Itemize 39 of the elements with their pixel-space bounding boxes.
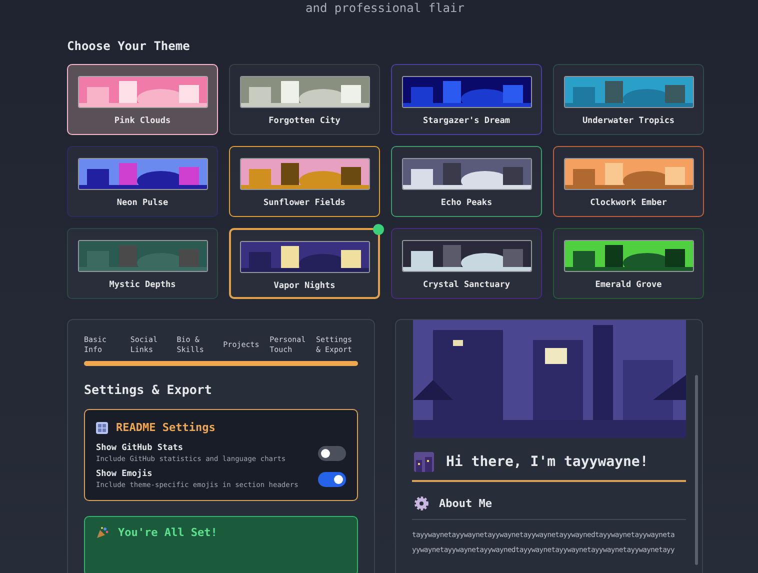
section-title: Choose Your Theme bbox=[67, 39, 191, 53]
theme-name: Vapor Nights bbox=[274, 281, 336, 291]
toggle-switch[interactable] bbox=[318, 446, 346, 460]
theme-name: Forgotten City bbox=[268, 116, 340, 126]
settings-title: README Settings bbox=[116, 421, 216, 434]
theme-card[interactable]: Neon Pulse bbox=[67, 146, 218, 217]
theme-name: Emerald Grove bbox=[595, 280, 662, 290]
option-label: Show Emojis bbox=[96, 469, 154, 479]
theme-card[interactable]: Sunflower Fields bbox=[229, 146, 380, 217]
success-title: You're All Set! bbox=[118, 526, 218, 539]
preview-section-title: About Me bbox=[439, 497, 492, 510]
theme-name: Stargazer's Dream bbox=[423, 116, 510, 126]
theme-name: Underwater Tropics bbox=[582, 116, 675, 126]
subtitle: and professional flair bbox=[304, 1, 466, 17]
step-title: Settings & Export bbox=[84, 382, 213, 397]
night-city-icon bbox=[414, 452, 434, 472]
selected-indicator bbox=[373, 224, 384, 235]
toggle-switch[interactable] bbox=[318, 472, 346, 486]
theme-name: Clockwork Ember bbox=[590, 198, 667, 208]
theme-name: Pink Clouds bbox=[114, 116, 171, 126]
theme-card[interactable]: Forgotten City bbox=[229, 64, 380, 135]
grid-icon bbox=[96, 422, 108, 434]
theme-card[interactable]: Echo Peaks bbox=[391, 146, 542, 217]
theme-name: Sunflower Fields bbox=[264, 198, 346, 208]
option-label: Show GitHub Stats bbox=[96, 443, 184, 453]
theme-card[interactable]: Pink Clouds bbox=[67, 64, 218, 135]
theme-card[interactable]: Underwater Tropics bbox=[553, 64, 704, 135]
gear-icon bbox=[414, 496, 429, 511]
theme-card[interactable]: Crystal Sanctuary bbox=[391, 228, 542, 299]
theme-name: Echo Peaks bbox=[440, 198, 492, 208]
theme-card[interactable]: Clockwork Ember bbox=[553, 146, 704, 217]
theme-card[interactable]: Emerald Grove bbox=[553, 228, 704, 299]
theme-name: Mystic Depths bbox=[109, 280, 176, 290]
preview-greeting: Hi there, I'm tayywayne! bbox=[446, 454, 648, 470]
theme-card[interactable]: Stargazer's Dream bbox=[391, 64, 542, 135]
party-popper-icon bbox=[96, 526, 109, 539]
theme-card[interactable]: Mystic Depths bbox=[67, 228, 218, 299]
theme-name: Neon Pulse bbox=[116, 198, 168, 208]
theme-name: Crystal Sanctuary bbox=[423, 280, 510, 290]
